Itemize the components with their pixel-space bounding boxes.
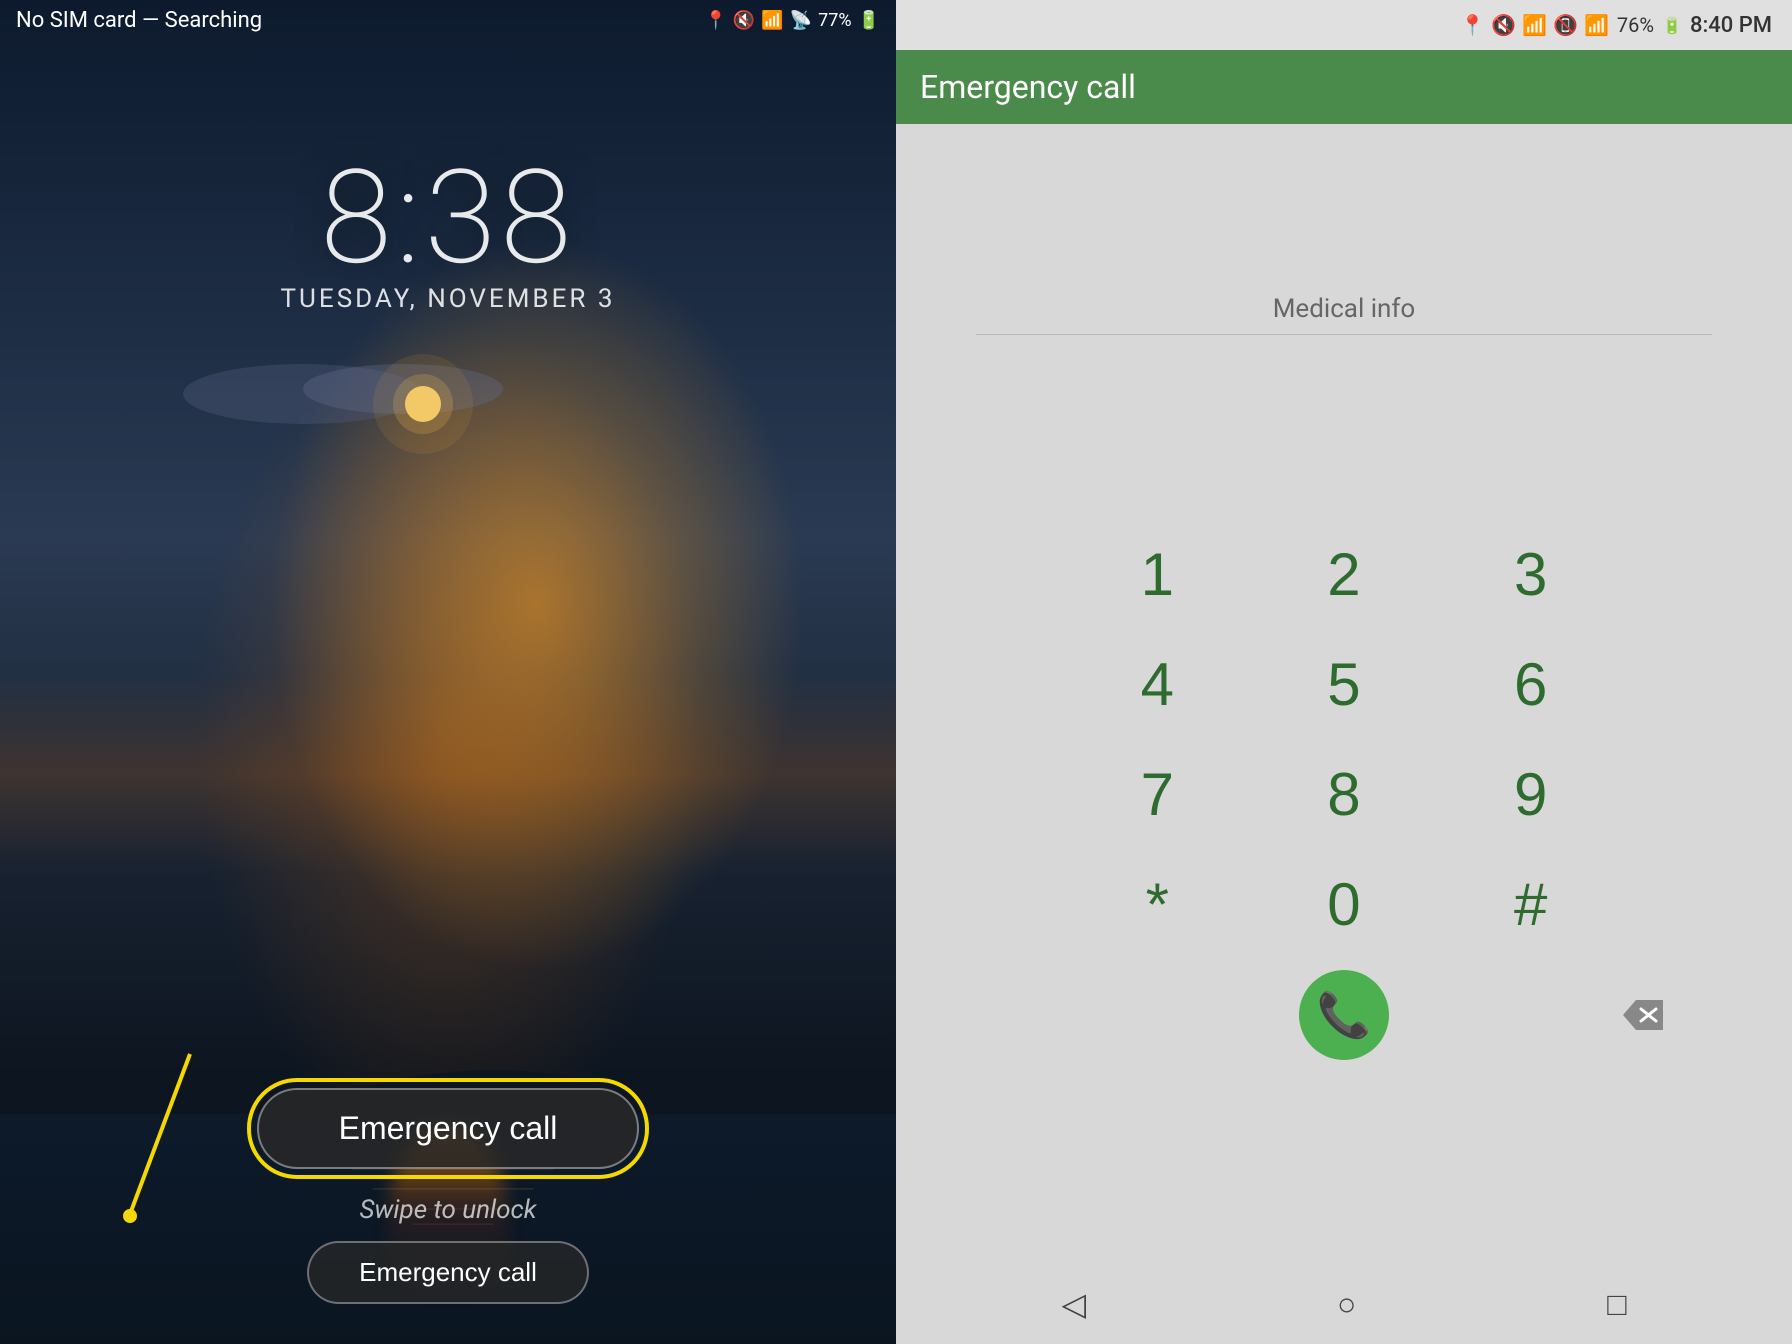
dialer-signal-x-icon: 📵 xyxy=(1553,13,1578,37)
dialer-header: Emergency call xyxy=(896,50,1792,124)
battery-icon: 🔋 xyxy=(858,10,880,31)
nav-home-button[interactable]: ○ xyxy=(1317,1276,1376,1333)
dialer-number-display xyxy=(896,124,1792,244)
signal-icon: 📡 xyxy=(790,10,812,31)
phone-icon: 📞 xyxy=(1317,989,1372,1041)
medical-info-text: Medical info xyxy=(1273,294,1416,324)
key-4[interactable]: 4 xyxy=(1064,630,1251,740)
backspace-button[interactable] xyxy=(1598,970,1688,1060)
dialer-wifi-icon: 📶 xyxy=(1522,13,1547,37)
dialer-battery-icon: 🔋 xyxy=(1662,16,1682,35)
dialer-signal-bars-icon: 📶 xyxy=(1584,13,1609,37)
key-star[interactable]: * xyxy=(1064,850,1251,960)
dialer-mute-icon: 🔇 xyxy=(1491,13,1516,37)
annotation-arrow xyxy=(80,1044,300,1244)
dialer-battery: 76% xyxy=(1617,13,1654,37)
dialer-screen: 📍 🔇 📶 📵 📶 76% 🔋 8:40 PM Emergency call M… xyxy=(896,0,1792,1344)
keypad-area: 1 2 3 4 5 6 7 8 9 * 0 # 📞 xyxy=(896,335,1792,1264)
nav-recent-button[interactable]: □ xyxy=(1587,1276,1646,1333)
status-icons: 📍 🔇 📶 📡 77% 🔋 xyxy=(704,10,880,31)
keypad-grid: 1 2 3 4 5 6 7 8 9 * 0 # xyxy=(1064,520,1624,960)
key-6[interactable]: 6 xyxy=(1437,630,1624,740)
emergency-call-highlight-box: Emergency call xyxy=(247,1078,650,1179)
lock-screen: No SIM card — Searching 📍 🔇 📶 📡 77% 🔋 8:… xyxy=(0,0,896,1344)
carrier-text: No SIM card — Searching xyxy=(16,8,262,33)
dialer-time: 8:40 PM xyxy=(1690,13,1772,38)
battery-text: 77% xyxy=(818,10,851,31)
location-icon: 📍 xyxy=(704,10,726,31)
key-1[interactable]: 1 xyxy=(1064,520,1251,630)
clock-time: 8:38 xyxy=(0,141,896,294)
call-button[interactable]: 📞 xyxy=(1299,970,1389,1060)
dialer-title: Emergency call xyxy=(920,68,1136,106)
mute-icon: 🔇 xyxy=(733,10,755,31)
nav-bar: ◁ ○ □ xyxy=(896,1264,1792,1344)
spacer xyxy=(1000,970,1090,1060)
medical-info-area: Medical info xyxy=(976,264,1712,335)
key-3[interactable]: 3 xyxy=(1437,520,1624,630)
clock-date: TUESDAY, NOVEMBER 3 xyxy=(0,284,896,314)
medical-info-section: Medical info xyxy=(896,244,1792,335)
nav-back-button[interactable]: ◁ xyxy=(1041,1275,1106,1333)
dialer-status-bar: 📍 🔇 📶 📵 📶 76% 🔋 8:40 PM xyxy=(896,0,1792,50)
emergency-call-small-button[interactable]: Emergency call xyxy=(307,1241,589,1304)
swipe-to-unlock-text: Swipe to unlock xyxy=(359,1195,536,1225)
key-9[interactable]: 9 xyxy=(1437,740,1624,850)
dialer-location-icon: 📍 xyxy=(1460,13,1485,37)
wifi-icon: 📶 xyxy=(761,10,783,31)
emergency-call-main-button[interactable]: Emergency call xyxy=(257,1088,640,1169)
key-5[interactable]: 5 xyxy=(1251,630,1438,740)
key-0[interactable]: 0 xyxy=(1251,850,1438,960)
dialer-actions: 📞 xyxy=(896,960,1792,1080)
key-7[interactable]: 7 xyxy=(1064,740,1251,850)
key-2[interactable]: 2 xyxy=(1251,520,1438,630)
clock-container: 8:38 TUESDAY, NOVEMBER 3 xyxy=(0,141,896,314)
dialer-status-icons: 📍 🔇 📶 📵 📶 xyxy=(1460,13,1609,37)
lock-status-bar: No SIM card — Searching 📍 🔇 📶 📡 77% 🔋 xyxy=(0,0,896,41)
key-8[interactable]: 8 xyxy=(1251,740,1438,850)
key-hash[interactable]: # xyxy=(1437,850,1624,960)
moon-area xyxy=(0,334,896,454)
